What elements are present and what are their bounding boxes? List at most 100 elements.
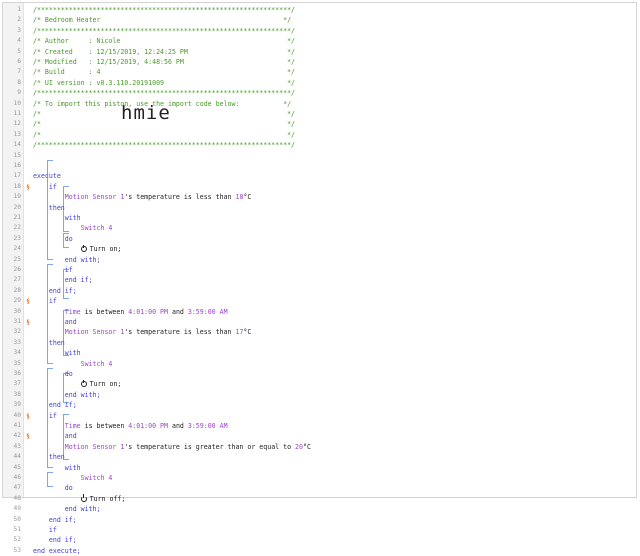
- code-line: 6 /* Modified : 12/15/2019, 4:48:56 PM */: [3, 57, 633, 67]
- code-line: 11 /* */: [3, 109, 633, 119]
- code-line: 10 /* To import this piston, use the impo…: [3, 99, 633, 109]
- value-token[interactable]: 4:01:00 PM: [128, 308, 168, 316]
- device-token[interactable]: Switch 4: [81, 360, 113, 368]
- code-token: and: [168, 422, 188, 430]
- value-token[interactable]: 3:59:00 AM: [188, 308, 228, 316]
- code-text: /***************************************…: [33, 88, 295, 98]
- code-line: 18 § if: [3, 182, 633, 192]
- code-line: 17 execute: [3, 171, 633, 181]
- line-number: 52: [13, 536, 21, 544]
- condition-marker-icon[interactable]: §: [25, 431, 31, 441]
- code-text: end if;: [33, 515, 77, 525]
- code-text: and: [33, 431, 77, 441]
- code-text: /* UI version : v0.3.110.20191009 */: [33, 78, 295, 88]
- code-text: Turn on;: [33, 244, 121, 254]
- code-token: °C: [243, 193, 252, 202]
- code-line: 51 if: [3, 525, 633, 535]
- code-text: with: [33, 463, 81, 473]
- line-number: 19: [13, 193, 21, 201]
- condition-marker-icon[interactable]: §: [25, 411, 31, 421]
- code-line: 42 § and: [3, 431, 633, 441]
- line-number: 17: [13, 172, 21, 180]
- code-line: 1 /**************************************…: [3, 5, 633, 15]
- code-line: 39 end if;: [3, 400, 633, 410]
- keyword-token: then: [33, 338, 65, 347]
- code-line: 50 end if;: [3, 515, 633, 525]
- code-line: 53 end execute;: [3, 546, 633, 556]
- keyword-token: end execute;: [33, 546, 81, 555]
- keyword-token: if: [33, 526, 57, 534]
- code-line: 26 if: [3, 265, 633, 275]
- line-number: 9: [17, 89, 21, 97]
- code-line: 46 Switch 4: [3, 473, 633, 483]
- device-token[interactable]: Time: [65, 308, 81, 316]
- code-text: if: [33, 411, 57, 421]
- code-line: 2 /* Bedroom Heater */: [3, 15, 633, 25]
- code-line: 31 § and: [3, 317, 633, 327]
- value-token[interactable]: 3:59:00 AM: [188, 422, 228, 430]
- code-line: 12 /* */: [3, 119, 633, 129]
- value-token[interactable]: 4:01:00 PM: [128, 422, 168, 430]
- keyword-token: do: [33, 484, 73, 493]
- line-number: 21: [13, 214, 21, 221]
- condition-marker-icon[interactable]: §: [25, 296, 31, 306]
- code-text: end if;: [33, 286, 77, 296]
- code-text: end if;: [33, 400, 77, 410]
- code-text: /***************************************…: [33, 26, 295, 36]
- code-token: /* To import this piston, use the import…: [33, 99, 292, 108]
- line-number: 18: [13, 182, 21, 190]
- code-text: then: [33, 203, 65, 213]
- line-number: 34: [13, 349, 21, 357]
- keyword-token: do: [33, 234, 73, 243]
- code-line: 16: [3, 161, 633, 171]
- code-text: /***************************************…: [33, 5, 295, 15]
- device-token[interactable]: Switch 4: [81, 474, 113, 482]
- code-token: /***************************************…: [33, 89, 296, 98]
- line-number: 22: [13, 224, 21, 232]
- device-token[interactable]: Switch 4: [81, 224, 113, 232]
- code-text: Switch 4: [33, 473, 113, 483]
- code-line: 22 Switch 4: [3, 223, 633, 233]
- device-token[interactable]: Time: [65, 422, 81, 430]
- condition-marker-icon[interactable]: §: [25, 182, 31, 192]
- code-text: do: [33, 369, 73, 379]
- code-line: 34 with: [3, 348, 633, 358]
- code-text: end if;: [33, 275, 93, 285]
- code-token: /* */: [33, 120, 296, 129]
- code-text: then: [33, 338, 65, 348]
- line-number: 31: [13, 318, 21, 325]
- code-token: 's temperature is less than: [124, 328, 236, 337]
- code-line: 8 /* UI version : v0.3.110.20191009 */: [3, 78, 633, 88]
- device-token[interactable]: Motion Sensor 1: [65, 328, 125, 336]
- line-number: 26: [13, 266, 21, 273]
- value-token[interactable]: 20: [295, 443, 303, 451]
- condition-marker-icon[interactable]: §: [25, 317, 31, 327]
- line-number: 53: [13, 546, 21, 554]
- power-icon: [80, 494, 87, 502]
- code-token: is between: [80, 422, 129, 430]
- code-text: Switch 4: [33, 223, 113, 233]
- keyword-token: end with;: [33, 505, 101, 514]
- keyword-token: end with;: [33, 255, 101, 264]
- code-text: if: [33, 182, 57, 192]
- code-token: /* Created : 12/15/2019, 12:24:25 PM */: [33, 47, 296, 56]
- line-number: 30: [13, 307, 21, 315]
- line-number: 5: [17, 47, 21, 55]
- code-line: 35 Switch 4: [3, 359, 633, 369]
- line-number: 40: [13, 411, 21, 419]
- device-token[interactable]: Motion Sensor 1: [65, 443, 125, 451]
- keyword-token: end if;: [33, 401, 77, 410]
- code-text: Motion Sensor 1's temperature is greater…: [33, 442, 311, 452]
- line-number: 16: [13, 162, 21, 169]
- line-number: 4: [17, 37, 21, 45]
- line-number: 13: [13, 130, 21, 138]
- code-token: Turn off;: [89, 494, 126, 503]
- code-line: 33 then: [3, 338, 633, 348]
- code-text: Motion Sensor 1's temperature is less th…: [33, 327, 252, 337]
- code-text: Time is between 4:01:00 PM and 3:59:00 A…: [33, 421, 228, 431]
- device-token[interactable]: Motion Sensor 1: [65, 193, 125, 201]
